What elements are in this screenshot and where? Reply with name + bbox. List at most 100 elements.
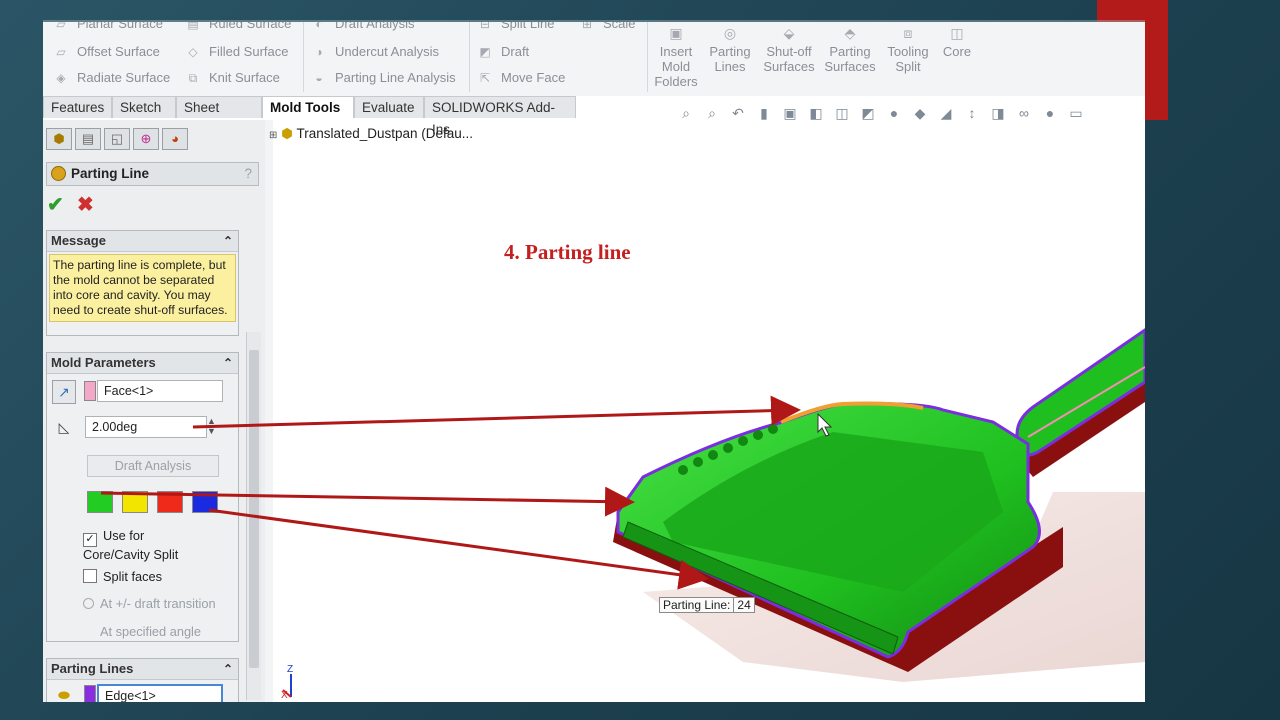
positive-draft-swatch[interactable] [87,491,113,513]
mold-parameters-header[interactable]: Mold Parameters ⌃ [47,353,238,374]
move-face-icon: ⇱ [479,70,491,85]
parting-line-tooltip: Parting Line: 24 [659,597,755,613]
draft-analysis-ribbon-button[interactable]: ◐ Draft Analysis [311,22,414,31]
shut-off-surfaces-button[interactable]: ⬙ Shut-off Surfaces [759,26,819,75]
apply-scene-icon[interactable]: ● [881,105,907,121]
tab-evaluate[interactable]: Evaluate [354,96,424,118]
split-line-icon: ⊟ [479,22,491,31]
radio-icon [83,598,94,609]
straddle-faces-swatch[interactable] [192,491,218,513]
panel-scrollbar[interactable] [246,332,261,700]
ruled-surface-button[interactable]: ▤ Ruled Surface [185,22,291,31]
shaded-icon[interactable]: ◢ [933,105,959,122]
sphere-icon[interactable]: ● [1037,105,1063,121]
ribbon-separator [469,22,470,92]
ruled-surface-icon: ▤ [187,22,199,31]
reverse-direction-button[interactable]: ↗ [52,380,76,404]
triad-icon[interactable]: ↕ [959,105,985,121]
use-for-core-cavity-split-checkbox[interactable]: ✓ Use for Core/Cavity Split [83,528,213,562]
collapse-icon[interactable]: ⌃ [223,659,233,679]
ok-check-button[interactable]: ✔ [47,192,64,217]
view-settings-icon[interactable]: ◆ [907,105,933,122]
move-face-button[interactable]: ⇱ Move Face [477,70,565,85]
glasses-icon[interactable]: ∞ [1011,105,1037,121]
parting-lines-header[interactable]: Parting Lines ⌃ [47,659,238,680]
view-orientation-icon[interactable]: ▣ [777,105,803,122]
draft-angle-field[interactable]: 2.00deg [85,416,207,438]
display-style-icon[interactable]: ◧ [803,105,829,122]
parting-surfaces-button[interactable]: ⬘ Parting Surfaces [823,26,877,75]
split-line-button[interactable]: ⊟ Split Line [477,22,555,31]
filled-surface-icon: ◇ [188,44,198,59]
radiate-surface-icon: ◈ [56,70,66,85]
collapse-icon[interactable]: ⌃ [223,353,233,373]
display-manager-tab-icon[interactable]: ◕ [162,128,188,150]
draft-button[interactable]: ◩ Draft [477,44,529,59]
manager-tabs: ⬢ ▤ ◱ ⊕ ◕ [43,126,265,152]
parting-line-analysis-button[interactable]: ◒ Parting Line Analysis [311,70,455,85]
cancel-x-button[interactable]: ✖ [77,192,94,217]
handle-underside [1013,372,1145,477]
parting-line-analysis-icon: ◒ [315,70,323,85]
expand-icon[interactable]: ⊞ [269,130,277,141]
previous-view-icon[interactable]: ↶ [725,105,751,122]
tab-sheet-metal[interactable]: Sheet Metal [176,96,262,137]
draft-analysis-button[interactable]: Draft Analysis [87,455,219,477]
feature-tree-flyout[interactable]: ⊞ ⬢ Translated_Dustpan (Defau... [269,126,473,142]
heads-up-view-toolbar: ⌕ ⌕ ↶ ▮ ▣ ◧ ◫ ◩ ● ◆ ◢ ↕ ◨ ∞ ● ▭ [673,102,1089,124]
tooling-split-button[interactable]: ⧈ Tooling Split [881,26,935,75]
collapse-icon[interactable]: ⌃ [223,231,233,251]
zoom-to-area-icon[interactable]: ⌕ [699,105,725,122]
tab-features[interactable]: Features [43,96,112,118]
help-button[interactable]: ? [244,163,252,185]
requires-draft-swatch[interactable] [122,491,148,513]
draft-transition-radio[interactable]: At +/- draft transition [83,596,216,611]
property-manager-panel: ⬢ ▤ ◱ ⊕ ◕ Parting Line ? ✔ ✖ Message ⌃ Th… [43,120,266,702]
floor-shadow [643,492,1145,682]
radio-icon [83,626,94,637]
draft-analysis-icon: ◐ [315,22,323,31]
specified-angle-radio[interactable]: At specified angle [83,624,201,639]
parting-highlight [780,401,924,424]
tab-sketch[interactable]: Sketch [112,96,176,118]
zoom-to-fit-icon[interactable]: ⌕ [673,105,699,122]
hide-show-items-icon[interactable]: ◫ [829,105,855,122]
mouse-cursor-icon [817,412,833,437]
dustpan-floor [663,432,1003,592]
feature-manager-tab-icon[interactable]: ⬢ [46,128,72,150]
panel-splitter[interactable] [265,120,273,702]
configuration-manager-tab-icon[interactable]: ◱ [104,128,130,150]
filled-surface-button[interactable]: ◇ Filled Surface [185,44,288,59]
parting-edge-field[interactable]: Edge<1> [97,684,223,702]
box-view-icon[interactable]: ◨ [985,105,1011,122]
offset-surface-button[interactable]: ▱ Offset Surface [53,44,159,59]
direction-of-pull-field[interactable]: Face<1> [97,380,223,402]
split-faces-checkbox[interactable]: Split faces [83,569,162,584]
core-button[interactable]: ◫ Core [937,26,977,60]
message-group-header[interactable]: Message ⌃ [47,231,238,252]
checkbox-checked-icon: ✓ [83,533,97,547]
insert-mold-folders-button[interactable]: ▣ Insert Mold Folders [651,26,701,90]
radiate-surface-button[interactable]: ◈ Radiate Surface [53,70,170,85]
part-icon: ⬢ [281,126,293,141]
edit-appearance-icon[interactable]: ◩ [855,105,881,122]
scale-button[interactable]: ⊞ Scale [579,22,636,31]
tab-mold-tools[interactable]: Mold Tools [262,96,354,118]
slide-title: 4. Parting line [504,240,631,264]
section-view-icon[interactable]: ▮ [751,105,777,122]
parting-lines-button[interactable]: ◎ Parting Lines [705,26,755,75]
planar-surface-button[interactable]: ▱ Planar Surface [53,22,163,31]
property-manager-tab-icon[interactable]: ▤ [75,128,101,150]
dimxpert-tab-icon[interactable]: ⊕ [133,128,159,150]
draft-angle-spinner[interactable]: ▲ ▼ [207,416,216,436]
solidworks-window: ▱ Planar Surface ▱ Offset Surface ◈ Radiate… [43,22,1145,702]
monitor-icon[interactable]: ▭ [1063,105,1089,122]
knit-surface-button[interactable]: ⧉ Knit Surface [185,70,280,85]
tab-solidworks-add-ins[interactable]: SOLIDWORKS Add-Ins [424,96,576,137]
negative-draft-swatch[interactable] [157,491,183,513]
arrow-to-parting-line [208,508,709,590]
direction-color-swatch [84,381,96,401]
cavity-body [616,402,1041,659]
undercut-analysis-button[interactable]: ◑ Undercut Analysis [311,44,439,59]
scrollbar-thumb[interactable] [249,350,259,668]
